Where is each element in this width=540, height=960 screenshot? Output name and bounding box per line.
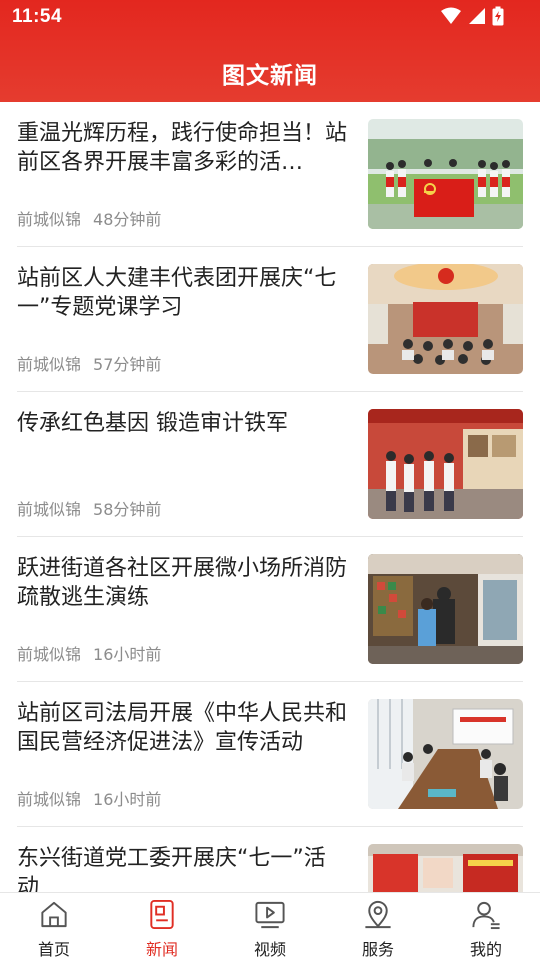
news-meta: 前城似锦 58分钟前 — [17, 496, 161, 520]
news-time: 57分钟前 — [93, 355, 162, 374]
news-title[interactable]: 站前区人大建丰代表团开展庆“七一”专题党课学习 — [17, 264, 347, 322]
news-time: 16小时前 — [93, 790, 162, 809]
tab-news[interactable]: 新闻 — [108, 893, 216, 960]
tab-label: 我的 — [469, 940, 502, 959]
news-title[interactable]: 东兴街道党工委开展庆“七一”活动 — [17, 844, 347, 892]
location-icon — [365, 900, 391, 929]
app-screen: 11:54 图文新闻 重温光辉历程，践行使命担当！站前区各界开展丰富多彩的活… — [0, 0, 540, 960]
news-title[interactable]: 传承红色基因 锻造审计铁军 — [17, 409, 347, 438]
news-meta: 前城似锦 57分钟前 — [17, 351, 161, 375]
news-meta: 前城似锦 16小时前 — [17, 641, 161, 665]
tab-label: 视频 — [253, 940, 286, 959]
tab-label: 首页 — [37, 940, 70, 959]
tab-home[interactable]: 首页 — [0, 893, 108, 960]
news-title[interactable]: 跃进街道各社区开展微小场所消防疏散逃生演练 — [17, 554, 347, 612]
news-meta: 前城似锦 48分钟前 — [17, 206, 161, 230]
news-source: 前城似锦 — [17, 210, 82, 229]
news-thumbnail[interactable] — [368, 264, 523, 374]
news-item[interactable]: 重温光辉历程，践行使命担当！站前区各界开展丰富多彩的活… 前城似锦 48分钟前 — [17, 102, 523, 247]
news-icon — [150, 899, 174, 930]
news-item[interactable]: 站前区司法局开展《中华人民共和国民营经济促进法》宣传活动 前城似锦 16小时前 — [17, 682, 523, 827]
news-item[interactable]: 跃进街道各社区开展微小场所消防疏散逃生演练 前城似锦 16小时前 — [17, 537, 523, 682]
news-item[interactable]: 东兴街道党工委开展庆“七一”活动 — [17, 827, 523, 892]
news-thumbnail[interactable] — [368, 699, 523, 809]
status-icons — [440, 6, 504, 26]
profile-icon — [472, 901, 500, 930]
wifi-icon — [441, 7, 461, 24]
page-title: 图文新闻 — [222, 63, 318, 89]
header-bar: 11:54 图文新闻 — [0, 0, 540, 102]
status-bar: 11:54 — [0, 0, 540, 34]
news-item[interactable]: 站前区人大建丰代表团开展庆“七一”专题党课学习 前城似锦 57分钟前 — [17, 247, 523, 392]
tab-profile[interactable]: 我的 — [432, 893, 540, 960]
news-time: 16小时前 — [93, 645, 162, 664]
news-meta: 前城似锦 16小时前 — [17, 786, 161, 810]
news-source: 前城似锦 — [17, 500, 82, 519]
tab-video[interactable]: 视频 — [216, 893, 324, 960]
news-title[interactable]: 站前区司法局开展《中华人民共和国民营经济促进法》宣传活动 — [17, 699, 347, 757]
battery-icon — [492, 6, 504, 26]
news-title[interactable]: 重温光辉历程，践行使命担当！站前区各界开展丰富多彩的活… — [17, 119, 347, 177]
news-source: 前城似锦 — [17, 790, 82, 809]
home-icon — [41, 901, 67, 928]
news-thumbnail[interactable] — [368, 844, 523, 892]
news-time: 58分钟前 — [93, 500, 162, 519]
news-list[interactable]: 重温光辉历程，践行使命担当！站前区各界开展丰富多彩的活… 前城似锦 48分钟前 — [0, 102, 540, 892]
tab-label: 服务 — [361, 940, 394, 959]
news-source: 前城似锦 — [17, 645, 82, 664]
news-thumbnail[interactable] — [368, 554, 523, 664]
bottom-tab-bar: 首页 新闻 视频 服务 我的 — [0, 892, 540, 960]
video-icon — [255, 901, 285, 929]
news-time: 48分钟前 — [93, 210, 162, 229]
news-thumbnail[interactable] — [368, 409, 523, 519]
news-thumbnail[interactable] — [368, 119, 523, 229]
news-source: 前城似锦 — [17, 355, 82, 374]
tab-label: 新闻 — [145, 940, 178, 959]
status-time: 11:54 — [12, 6, 63, 27]
news-item[interactable]: 传承红色基因 锻造审计铁军 前城似锦 58分钟前 — [17, 392, 523, 537]
signal-icon — [469, 8, 485, 24]
tab-service[interactable]: 服务 — [324, 893, 432, 960]
